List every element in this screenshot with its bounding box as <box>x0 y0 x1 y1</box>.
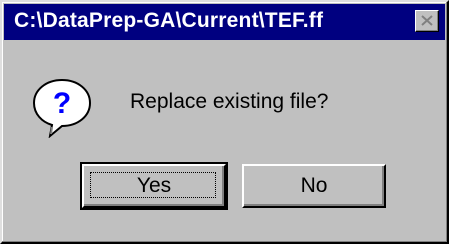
confirm-dialog: C:\DataPrep-GA\Current\TEF.ff ? Replace … <box>0 0 449 244</box>
svg-text:?: ? <box>53 87 71 120</box>
no-button[interactable]: No <box>242 164 386 208</box>
title-bar[interactable]: C:\DataPrep-GA\Current\TEF.ff <box>4 4 445 40</box>
yes-button-label: Yes <box>136 174 172 197</box>
close-button[interactable] <box>415 10 439 32</box>
window-title: C:\DataPrep-GA\Current\TEF.ff <box>14 9 324 32</box>
no-button-label: No <box>300 174 328 197</box>
close-icon <box>421 15 433 26</box>
question-icon: ? <box>32 78 92 138</box>
yes-button[interactable]: Yes <box>80 162 228 210</box>
message-text: Replace existing file? <box>130 90 329 113</box>
